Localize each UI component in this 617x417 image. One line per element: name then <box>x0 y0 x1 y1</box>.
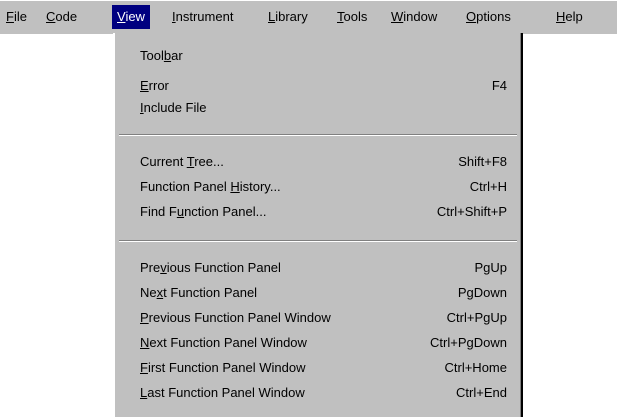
menu-item-current-tree[interactable]: Current Tree... Shift+F8 <box>140 151 507 173</box>
menu-item-find-function-panel-shortcut: Ctrl+Shift+P <box>436 204 507 219</box>
menu-item-find-function-panel[interactable]: Find Function Panel... Ctrl+Shift+P <box>140 201 507 223</box>
menu-item-error-label: Error <box>140 78 169 93</box>
menu-item-error[interactable]: Error F4 <box>140 75 507 97</box>
menu-item-next-function-panel-label: Next Function Panel <box>140 285 258 300</box>
menu-item-error-shortcut: F4 <box>491 78 507 93</box>
menu-item-current-tree-label: Current Tree... <box>140 154 224 169</box>
menu-item-next-function-panel-window-label: Next Function Panel Window <box>140 335 307 350</box>
menu-item-find-function-panel-label: Find Function Panel... <box>140 204 267 219</box>
screen: File Code View Instrument Library Tools … <box>0 0 617 417</box>
menu-help-accelerator: H <box>556 9 566 24</box>
menu-item-first-function-panel-window[interactable]: First Function Panel Window Ctrl+Home <box>140 357 507 379</box>
menu-separator <box>119 134 517 136</box>
menu-help-label: elp <box>565 9 583 24</box>
menu-file[interactable]: File <box>1 5 32 29</box>
menu-item-first-function-panel-window-label: First Function Panel Window <box>140 360 306 375</box>
menu-item-include-file-label: Include File <box>140 100 207 115</box>
menu-library[interactable]: Library <box>263 5 313 29</box>
menu-code-label: ode <box>55 9 78 24</box>
menu-item-previous-function-panel[interactable]: Previous Function Panel PgUp <box>140 257 507 279</box>
menu-options[interactable]: Options <box>461 5 516 29</box>
menu-item-last-function-panel-window-shortcut: Ctrl+End <box>456 385 507 400</box>
menu-separator <box>119 240 517 242</box>
menu-item-previous-function-panel-window[interactable]: Previous Function Panel Window Ctrl+PgUp <box>140 307 507 329</box>
menu-item-function-panel-history-label: Function Panel History... <box>140 179 281 194</box>
menu-window[interactable]: Window <box>386 5 442 29</box>
menu-item-current-tree-shortcut: Shift+F8 <box>458 154 507 169</box>
menu-item-previous-function-panel-shortcut: PgUp <box>474 260 507 275</box>
menu-item-previous-function-panel-window-label: Previous Function Panel Window <box>140 310 331 325</box>
menu-item-include-file[interactable]: Include File <box>140 97 507 119</box>
menu-file-accelerator: F <box>6 9 14 24</box>
menu-item-function-panel-history-shortcut: Ctrl+H <box>469 179 507 194</box>
menu-library-label: ibrary <box>275 9 308 24</box>
menu-tools-label: ools <box>343 9 368 24</box>
menu-bar: File Code View Instrument Library Tools … <box>0 0 617 34</box>
menu-item-previous-function-panel-label: Previous Function Panel <box>140 260 281 275</box>
view-menu-dropdown: Toolbar Error F4 Include File Current Tr… <box>113 33 523 417</box>
menu-view[interactable]: View <box>112 5 150 29</box>
menu-item-next-function-panel-shortcut: PgDown <box>457 285 507 300</box>
menu-options-accelerator: O <box>466 9 477 24</box>
menu-item-next-function-panel-window[interactable]: Next Function Panel Window Ctrl+PgDown <box>140 332 507 354</box>
menu-item-toolbar-label: Toolbar <box>140 48 183 63</box>
menu-code[interactable]: Code <box>41 5 82 29</box>
menu-view-label: iew <box>125 9 145 24</box>
menu-tools[interactable]: Tools <box>332 5 372 29</box>
menu-item-next-function-panel[interactable]: Next Function Panel PgDown <box>140 282 507 304</box>
menu-help[interactable]: Help <box>551 5 588 29</box>
menu-window-accelerator: W <box>391 9 404 24</box>
menu-instrument[interactable]: Instrument <box>167 5 238 29</box>
menu-item-previous-function-panel-window-shortcut: Ctrl+PgUp <box>446 310 507 325</box>
menu-window-label: indow <box>403 9 438 24</box>
menu-file-label: ile <box>13 9 27 24</box>
menu-instrument-label: nstrument <box>175 9 234 24</box>
menu-code-accelerator: C <box>46 9 56 24</box>
menu-item-first-function-panel-window-shortcut: Ctrl+Home <box>444 360 508 375</box>
menu-item-function-panel-history[interactable]: Function Panel History... Ctrl+H <box>140 176 507 198</box>
menu-item-toolbar[interactable]: Toolbar <box>140 45 507 67</box>
menu-item-last-function-panel-window[interactable]: Last Function Panel Window Ctrl+End <box>140 382 507 404</box>
menu-item-next-function-panel-window-shortcut: Ctrl+PgDown <box>430 335 507 350</box>
menu-item-last-function-panel-window-label: Last Function Panel Window <box>140 385 305 400</box>
menu-options-label: ptions <box>476 9 511 24</box>
